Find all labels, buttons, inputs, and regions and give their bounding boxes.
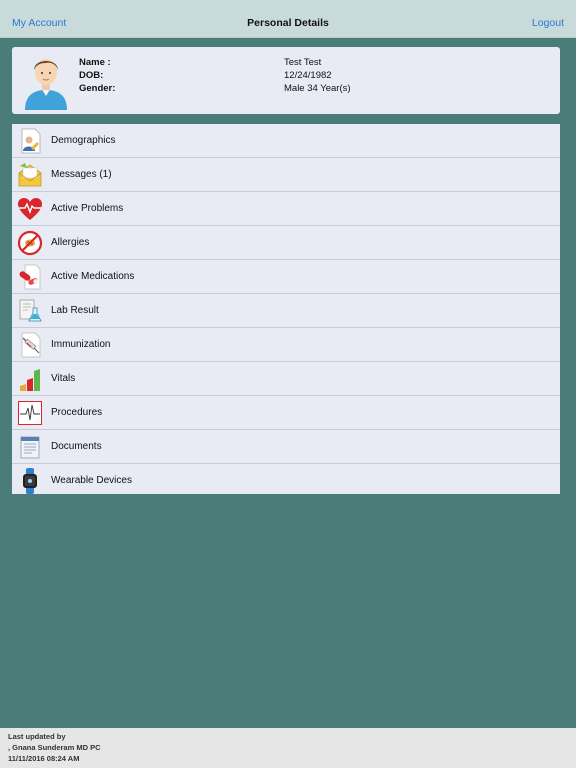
menu-item-vitals[interactable]: Vitals: [12, 362, 560, 396]
heart-icon: [18, 198, 42, 220]
allergy-icon: [17, 230, 43, 256]
pills-icon: [19, 264, 41, 290]
menu-item-allergies[interactable]: Allergies: [12, 226, 560, 260]
menu-item-demographics[interactable]: Demographics: [12, 124, 560, 158]
dob-value: 12/24/1982: [284, 70, 332, 81]
name-value: Test Test: [284, 57, 322, 68]
last-updated-label: Last updated by: [8, 732, 66, 741]
menu-item-immunization[interactable]: Immunization: [12, 328, 560, 362]
profile-labels: Name : DOB: Gender:: [79, 56, 115, 95]
demographics-icon: [21, 128, 41, 154]
menu-item-messages[interactable]: Messages (1): [12, 158, 560, 192]
menu-item-lab-result[interactable]: Lab Result: [12, 294, 560, 328]
dob-label: DOB:: [79, 70, 104, 81]
flask-icon: [19, 299, 42, 322]
ecg-icon: [18, 401, 42, 425]
menu-item-label: Immunization: [51, 339, 111, 350]
menu-item-active-problems[interactable]: Active Problems: [12, 192, 560, 226]
messages-icon: [18, 163, 42, 187]
menu-item-label: Wearable Devices: [51, 475, 132, 486]
smartwatch-icon: [23, 468, 37, 494]
menu-item-label: Messages (1): [51, 169, 112, 180]
menu-item-label: Lab Result: [51, 305, 99, 316]
logout-button[interactable]: Logout: [532, 0, 564, 37]
menu-item-label: Allergies: [51, 237, 90, 248]
menu-item-label: Vitals: [51, 373, 76, 384]
document-icon: [20, 436, 40, 459]
menu-item-label: Active Medications: [51, 271, 135, 282]
gender-label: Gender:: [79, 83, 116, 94]
profile-values: Test Test 12/24/1982 Male 34 Year(s): [284, 56, 351, 95]
last-updated-by: , Gnana Sunderam MD PC: [8, 743, 101, 752]
menu-item-documents[interactable]: Documents: [12, 430, 560, 464]
health-menu-list: Demographics Messages (1) Active Problem…: [12, 124, 560, 494]
patient-profile-card: Name : DOB: Gender: Test Test 12/24/1982…: [12, 47, 560, 114]
navigation-bar: My Account Personal Details Logout: [0, 0, 576, 38]
menu-item-label: Documents: [51, 441, 102, 452]
menu-item-label: Active Problems: [51, 203, 124, 214]
last-updated-timestamp: 11/11/2016 08:24 AM: [8, 754, 80, 763]
bar-chart-icon: [20, 369, 40, 391]
syringe-icon: [21, 332, 41, 358]
page-title: Personal Details: [247, 17, 329, 29]
last-updated-footer: Last updated by , Gnana Sunderam MD PC 1…: [0, 728, 576, 768]
avatar: [25, 59, 67, 110]
menu-item-active-medications[interactable]: Active Medications: [12, 260, 560, 294]
menu-item-label: Demographics: [51, 135, 116, 146]
name-label: Name :: [79, 57, 111, 68]
gender-value: Male 34 Year(s): [284, 83, 351, 94]
menu-item-label: Procedures: [51, 407, 103, 418]
menu-item-procedures[interactable]: Procedures: [12, 396, 560, 430]
menu-item-wearable-devices[interactable]: Wearable Devices: [12, 464, 560, 497]
